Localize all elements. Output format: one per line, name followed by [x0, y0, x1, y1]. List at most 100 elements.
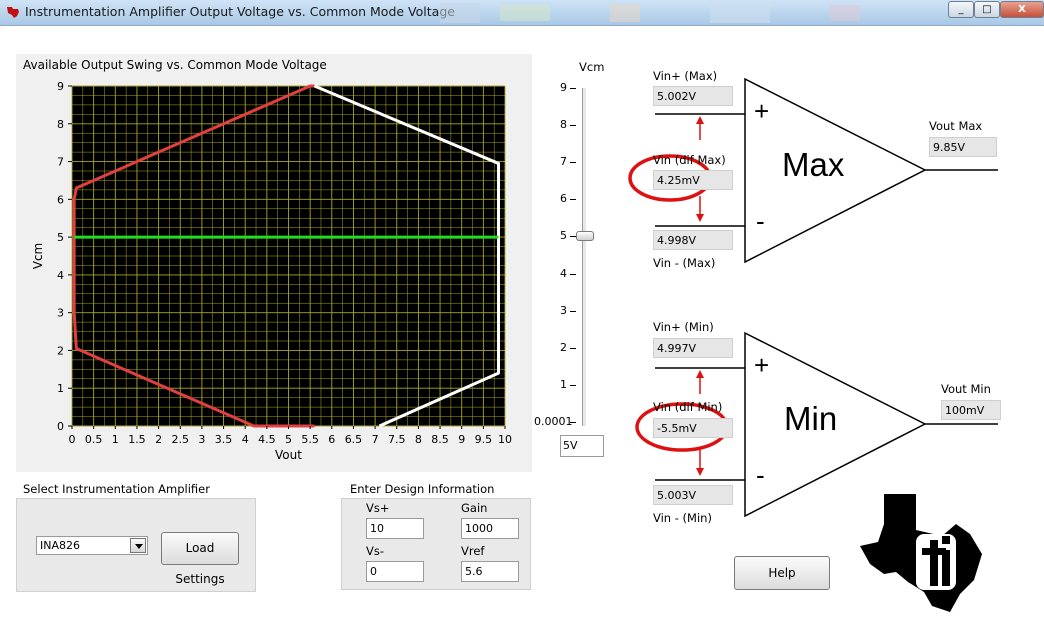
x-tick-label: 9	[458, 433, 465, 446]
x-tick-label: 10	[498, 433, 512, 446]
vcm-scale-label: 9	[560, 81, 567, 94]
max-vin-dif-readout: 4.25mV	[653, 170, 733, 190]
gain-label: Gain	[461, 501, 488, 515]
max-minus-sign: -	[756, 206, 765, 236]
vcm-scale-label: 6	[560, 192, 567, 206]
vs-minus-label: Vs-	[366, 544, 385, 558]
x-tick-label: 9.5	[475, 433, 493, 446]
max-vin-plus-label: Vin+ (Max)	[653, 69, 718, 83]
x-axis-label: Vout	[275, 448, 302, 462]
x-tick-label: 2.5	[172, 433, 190, 446]
chevron-down-icon[interactable]	[130, 538, 146, 553]
vcm-scale-label: 8	[560, 118, 567, 132]
vcm-scale-label: 2	[560, 340, 567, 354]
min-amp-name: Min	[784, 400, 838, 437]
vcm-scale-tick	[570, 88, 576, 89]
y-tick-label: 4	[57, 269, 64, 282]
x-tick-label: 6.5	[345, 433, 363, 446]
min-vin-plus-readout: 4.997V	[653, 338, 733, 358]
x-tick-label: 8	[415, 433, 422, 446]
x-tick-label: 3.5	[215, 433, 233, 446]
x-tick-label: 4.5	[258, 433, 276, 446]
select-panel-title: Select Instrumentation Amplifier	[23, 482, 210, 496]
help-button[interactable]: Help	[734, 556, 830, 590]
vcm-scale-label: 3	[560, 303, 567, 317]
x-tick-label: 5	[285, 433, 292, 446]
load-settings-button[interactable]: Load Settings	[161, 532, 239, 586]
x-tick-label: 1.5	[128, 433, 146, 446]
min-vin-plus-label: Vin+ (Min)	[653, 320, 714, 334]
ti-logo	[860, 494, 982, 612]
x-tick-label: 8.5	[431, 433, 449, 446]
min-vin-dif-label: Vin (dif Min)	[653, 400, 723, 414]
vout-min-label: Vout Min	[941, 382, 991, 396]
x-tick-label: 0	[69, 433, 76, 446]
min-vin-dif-readout: -5.5mV	[653, 418, 733, 438]
x-tick-label: 1	[112, 433, 119, 446]
x-tick-label: 7	[372, 433, 379, 446]
max-vin-minus-label: Vin - (Max)	[653, 256, 716, 270]
min-vin-minus-readout: 5.003V	[653, 485, 733, 505]
close-button[interactable]: X	[1000, 1, 1044, 18]
maximize-button[interactable]: □	[974, 1, 1000, 18]
y-axis-label: Vcm	[31, 243, 45, 270]
title-bar[interactable]: Instrumentation Amplifier Output Voltage…	[0, 0, 1044, 26]
vcm-slider-thumb[interactable]	[576, 231, 594, 242]
vcm-scale-tick	[570, 199, 576, 201]
gain-input[interactable]: 1000	[461, 518, 519, 539]
max-vin-dif-label: Vin (dif Max)	[653, 153, 726, 167]
vs-plus-input[interactable]: 10	[366, 518, 424, 539]
y-tick-label: 6	[57, 193, 64, 206]
ti-app-icon	[7, 7, 19, 18]
vcm-scale-tick	[570, 422, 576, 423]
min-minus-sign: -	[756, 460, 765, 490]
design-panel-title: Enter Design Information	[350, 482, 495, 496]
minimize-button[interactable]: _	[948, 1, 974, 18]
vref-label: Vref	[461, 544, 485, 558]
y-tick-label: 3	[57, 307, 64, 320]
y-tick-label: 9	[57, 80, 64, 93]
vcm-scale-tick	[570, 273, 576, 275]
vout-max-label: Vout Max	[929, 119, 983, 133]
vcm-scale-tick	[570, 347, 576, 349]
vout-min-readout: 100mV	[941, 400, 1001, 420]
vs-plus-label: Vs+	[366, 501, 390, 515]
vcm-value-field[interactable]: 5V	[560, 435, 604, 457]
vout-max-readout: 9.85V	[929, 137, 997, 157]
background-window-icons	[440, 3, 860, 23]
vcm-slider-track[interactable]	[582, 88, 587, 426]
vref-input[interactable]: 5.6	[461, 561, 519, 582]
vcm-scale-label: 0.0001	[534, 415, 573, 428]
vs-minus-input[interactable]: 0	[366, 561, 424, 582]
y-tick-label: 8	[57, 118, 64, 131]
x-tick-label: 5.5	[301, 433, 319, 446]
output-swing-chart: 0 0.5 1 1.5 2 2.5 3 3.5 4 4.5 5 5.5 6 6.5 7 7.5 8 8.5 9 9.5…	[31, 80, 512, 462]
graph-title: Available Output Swing vs. Common Mode V…	[23, 58, 327, 72]
vcm-scale-label: 4	[560, 266, 567, 280]
vcm-scale-tick	[570, 125, 576, 127]
y-tick-label: 5	[57, 231, 64, 244]
y-tick-label: 0	[57, 420, 64, 433]
max-vin-minus-readout: 4.998V	[653, 230, 733, 250]
max-amp-name: Max	[782, 146, 845, 183]
vcm-scale-tick	[570, 162, 576, 164]
vcm-scale-tick	[570, 384, 576, 386]
y-tick-label: 2	[57, 344, 64, 357]
x-tick-label: 2	[155, 433, 162, 446]
window-title: Instrumentation Amplifier Output Voltage…	[25, 4, 455, 19]
y-tick-label: 1	[57, 382, 64, 395]
vcm-scale-label: 1	[560, 377, 567, 391]
x-tick-label: 7.5	[388, 433, 406, 446]
min-plus-sign: +	[754, 350, 770, 380]
min-vin-minus-label: Vin - (Min)	[653, 511, 712, 525]
vcm-scale-label: 7	[560, 155, 567, 169]
x-tick-label: 4	[242, 433, 249, 446]
y-tick-label: 7	[57, 156, 64, 169]
vcm-scale-tick	[570, 310, 576, 312]
x-tick-label: 3	[198, 433, 205, 446]
x-tick-label: 6	[328, 433, 335, 446]
max-plus-sign: +	[754, 96, 770, 126]
max-vin-plus-readout: 5.002V	[653, 86, 733, 106]
x-tick-label: 0.5	[85, 433, 103, 446]
vcm-scale-label: 5	[560, 229, 567, 243]
